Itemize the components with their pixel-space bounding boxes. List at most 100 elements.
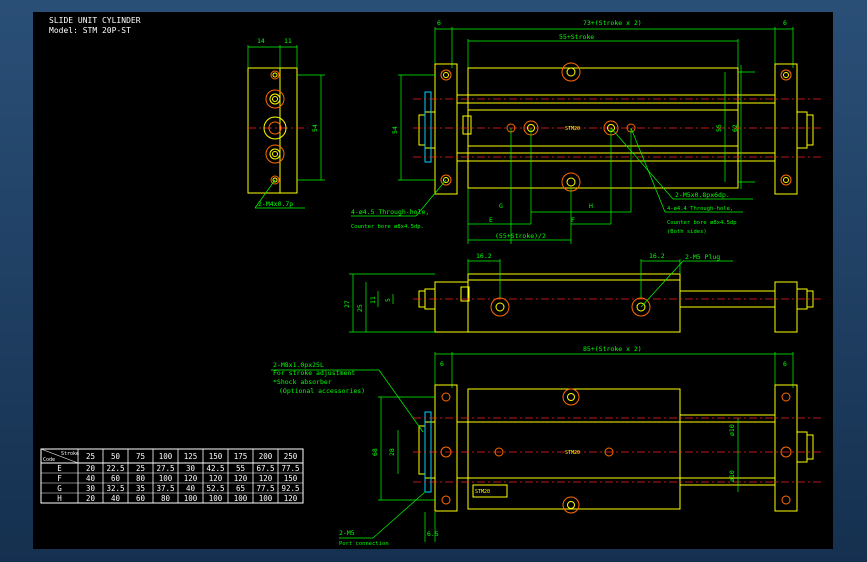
table-cell: 120 [209,474,223,483]
dim-mid-25: 25 [356,304,364,312]
table-cell: 35 [136,484,145,493]
dim-h: H [589,202,593,210]
note-m4: 2-M4x0.7p [258,200,293,208]
table-cell: 30 [86,484,96,493]
table-row-code: G [57,484,62,493]
table-cell: 100 [259,494,273,503]
table-cell: 100 [184,494,198,503]
table-cell: 65 [236,484,245,493]
note-stroke-adj: For stroke adjustment [273,369,355,377]
dim-bot-6b: 6 [783,360,787,368]
dim-end-11: 11 [284,37,292,45]
dim-half: (55+Stroke)/2 [495,232,546,240]
dim-end-14: 14 [257,37,265,45]
dim-bot-68: 68 [371,448,379,456]
table-cell: 30 [186,464,196,473]
table-cell: 120 [234,474,248,483]
note-thru1: 4-ø4.5 Through-hole, [351,208,429,216]
dim-bot-28: 28 [388,448,396,456]
table-cell: 32.5 [106,484,124,493]
table-cell: 100 [234,494,248,503]
table-cell: 77.5 [256,484,274,493]
table-row-code: F [57,474,62,483]
table-cell: 150 [284,474,298,483]
table-cell: 40 [186,484,196,493]
dim-e: E [489,216,493,224]
body-label-top: STM20 [565,126,580,132]
table-cell: 100 [209,494,223,503]
table-cell: 55 [236,464,245,473]
note-thru1b: Counter bore ø8x4.5dp. [351,224,424,230]
table-cell: 37.5 [156,484,174,493]
dim-top-6a: 6 [437,19,441,27]
table-cell: 92.5 [281,484,299,493]
table-stroke-header: 25 [86,452,95,461]
table-cell: 42.5 [206,464,224,473]
dim-top-total: 73+(Stroke x 2) [583,19,642,27]
table-cell: 120 [284,494,298,503]
dim-bot-d10b: ø10 [728,470,736,482]
dim-bot-d10a: ø10 [728,424,736,436]
drawing-svg: SLIDE UNIT CYLINDER Model: STM 20P-ST 14… [40,16,823,547]
table-cell: 77.5 [281,464,299,473]
table-stroke-header: 75 [136,452,145,461]
end-view: 14 11 54 2-M4x0.7p [247,37,325,209]
table-stroke-header: 50 [111,452,121,461]
dim-top-6b: 6 [783,19,787,27]
table-cell: 80 [136,474,146,483]
table-cell: 67.5 [256,464,274,473]
dim-f: F [571,216,575,224]
table-cell: 22.5 [106,464,124,473]
table-stroke-header: 125 [184,452,198,461]
table-cell: 60 [136,494,146,503]
table-cell: 60 [111,474,121,483]
dim-top-55: 55 [715,124,723,132]
note-m8: 2-M8x1.0px25L [273,361,324,369]
table-row-code: E [57,464,62,473]
table-cell: 40 [86,474,96,483]
dim-mid-16a: 16.2 [476,252,492,260]
dim-mid-27: 27 [343,300,351,308]
dim-mid-5: 5 [384,298,392,302]
dim-end-54: 54 [311,124,319,132]
stroke-table: Stroke Code 25 50 75 100 125 150 175 200 250 E 20 22.… [40,448,304,504]
note-port: 2-M5 [339,529,355,537]
table-corner-code: Code [43,457,55,463]
note-shock: *Shock absorber [273,378,332,386]
table-cell: 100 [159,474,173,483]
table-cell: 120 [184,474,198,483]
dim-bot-6a: 6 [440,360,444,368]
side-view: 16.2 16.2 2-M5 Plug 27 25 11 5 [343,252,823,333]
table-row-code: H [57,494,62,503]
table-cell: 80 [161,494,171,503]
dim-top-inner: 55+Stroke [559,33,594,41]
table-cell: 20 [86,464,96,473]
table-cell: 120 [259,474,273,483]
note-thru2: 4-ø4.4 Through-hole, [667,206,733,212]
note-thru2c: (Both sides) [667,229,707,235]
title-line1: SLIDE UNIT CYLINDER [49,16,141,25]
dim-top-62: 62 [731,124,739,132]
table-corner-stroke: Stroke [61,451,79,457]
note-optional: (Optional accessories) [279,387,365,395]
table-stroke-header: 100 [159,452,173,461]
nameplate: STM20 [475,489,490,495]
table-cell: 27.5 [156,464,174,473]
body-label-bottom: STM20 [565,450,580,456]
table-cell: 52.5 [206,484,224,493]
note-m5-plug: 2-M5 Plug [685,253,720,261]
table-stroke-header: 200 [259,452,273,461]
table-cell: 40 [111,494,121,503]
table-cell: 25 [136,464,145,473]
table-stroke-header: 175 [234,452,248,461]
table-stroke-header: 150 [209,452,223,461]
title-line2: Model: STM 20P-ST [49,26,131,35]
top-view: 6 6 73+(Stroke x 2) 55+Stroke STM20 54 5… [351,19,823,244]
note-port-conn: Port connection [339,541,389,547]
dim-top-54: 54 [391,126,399,134]
dim-g: G [499,202,503,210]
note-thru2b: Counter bore ø8x4.5dp [667,220,737,226]
table-cell: 20 [86,494,96,503]
dim-bot-total: 85+(Stroke x 2) [583,345,642,353]
cad-drawing-canvas: SLIDE UNIT CYLINDER Model: STM 20P-ST 14… [33,12,833,549]
